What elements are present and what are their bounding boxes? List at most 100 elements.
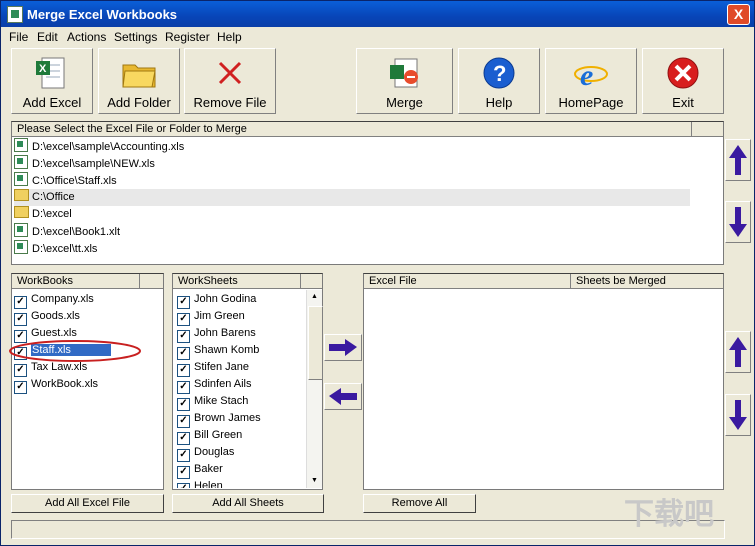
move-down-button[interactable] [725, 201, 751, 243]
workbook-item[interactable]: ✓ Company.xls [14, 291, 140, 309]
workbook-name: WorkBook.xls [31, 378, 99, 390]
menu-file[interactable]: File [9, 30, 28, 44]
file-list-item[interactable]: D:\excel\tt.xls [14, 240, 690, 257]
selection-highlight-ellipse [9, 340, 141, 362]
worksheet-name: Stifen Jane [194, 361, 250, 373]
remove-all-button[interactable]: Remove All [363, 494, 476, 513]
left-arrow-icon [329, 388, 357, 405]
worksheet-item[interactable]: ✓ Jim Green [177, 308, 245, 326]
worksheet-item[interactable]: ✓ Mike Stach [177, 393, 249, 411]
add-all-sheets-button[interactable]: Add All Sheets [172, 494, 324, 513]
workbooks-header-extra [140, 274, 163, 289]
workbook-name: Goods.xls [31, 310, 80, 322]
close-window-button[interactable]: X [727, 4, 750, 25]
worksheets-header-extra [301, 274, 322, 289]
move-up-button[interactable] [725, 139, 751, 181]
merge-label: Merge [386, 95, 423, 110]
menu-register[interactable]: Register [165, 30, 210, 44]
checkbox[interactable]: ✓ [14, 381, 27, 394]
worksheet-name: Sdinfen Ails [194, 378, 252, 390]
checkbox[interactable]: ✓ [177, 483, 190, 488]
menu-actions[interactable]: Actions [67, 30, 106, 44]
scroll-up-icon[interactable]: ▲ [307, 290, 322, 304]
workbook-name: Guest.xls [31, 327, 77, 339]
file-path: D:\excel [32, 208, 72, 220]
scroll-down-icon[interactable]: ▼ [307, 474, 322, 488]
file-list-header: Please Select the Excel File or Folder t… [12, 122, 692, 137]
workbooks-header: WorkBooks [12, 274, 140, 289]
file-path: D:\excel\tt.xls [32, 243, 98, 255]
window-title: Merge Excel Workbooks [27, 7, 178, 22]
add-all-excel-button[interactable]: Add All Excel File [11, 494, 164, 513]
worksheet-item[interactable]: ✓ Brown James [177, 410, 261, 428]
svg-text:X: X [39, 63, 47, 75]
scroll-thumb[interactable] [308, 306, 323, 380]
worksheet-item[interactable]: ✓ John Barens [177, 325, 256, 343]
folder-icon [122, 64, 156, 88]
help-label: Help [485, 95, 513, 110]
worksheet-item[interactable]: ✓ Douglas [177, 444, 234, 462]
main-window: Merge Excel Workbooks X File Edit Action… [0, 0, 755, 546]
exit-label: Exit [672, 95, 694, 110]
excel-file-icon [14, 155, 28, 169]
worksheet-item[interactable]: ✓ John Godina [177, 291, 256, 309]
file-path: C:\Office [32, 191, 75, 203]
watermark: 下载吧 [624, 498, 714, 531]
merge-icon [389, 58, 418, 88]
file-path: C:\Office\Staff.xls [32, 175, 117, 187]
worksheet-name: John Barens [194, 327, 256, 339]
merge-button[interactable]: Merge [356, 48, 453, 114]
menu-help[interactable]: Help [217, 30, 242, 44]
help-button[interactable]: ? Help [458, 48, 540, 114]
add-excel-button[interactable]: X Add Excel [11, 48, 93, 114]
excel-file-icon [14, 240, 28, 254]
workbook-item[interactable]: ✓ WorkBook.xls [14, 376, 140, 394]
worksheets-scrollbar[interactable]: ▲ ▼ [306, 290, 323, 488]
worksheet-name: Helen [194, 480, 223, 488]
file-list-item[interactable]: C:\Office\Staff.xls [14, 172, 690, 189]
col-excel-file[interactable]: Excel File [364, 274, 571, 289]
homepage-label: HomePage [558, 95, 624, 110]
right-arrow-icon [329, 339, 357, 356]
worksheet-item[interactable]: ✓ Helen [177, 478, 223, 488]
merge-move-up-button[interactable] [725, 331, 751, 373]
add-to-merge-button[interactable] [324, 334, 362, 361]
workbook-name: Company.xls [31, 293, 94, 305]
exit-button[interactable]: Exit [642, 48, 724, 114]
workbook-item[interactable]: ✓ Goods.xls [14, 308, 140, 326]
file-list-item[interactable]: D:\excel\sample\Accounting.xls [14, 138, 690, 155]
svg-text:e: e [580, 59, 593, 91]
down-arrow-icon [729, 400, 747, 430]
internet-explorer-icon: e [574, 59, 608, 91]
worksheet-name: Baker [194, 463, 223, 475]
workbooks-panel: WorkBooks ✓ Company.xls ✓ Goods.xls ✓ Guest.x… [9, 273, 164, 490]
col-sheets-merged[interactable]: Sheets be Merged [571, 274, 723, 289]
worksheet-name: Shawn Komb [194, 344, 260, 356]
file-list-item[interactable]: D:\excel\sample\NEW.xls [14, 155, 690, 172]
merge-table-panel: Excel File Sheets be Merged [363, 273, 724, 490]
add-folder-label: Add Folder [107, 95, 171, 110]
worksheet-item[interactable]: ✓ Sdinfen Ails [177, 376, 252, 394]
remove-file-button[interactable]: Remove File [184, 48, 276, 114]
app-icon [7, 6, 23, 23]
worksheet-name: Mike Stach [194, 395, 249, 407]
homepage-button[interactable]: e HomePage [545, 48, 637, 114]
svg-text:?: ? [493, 61, 506, 86]
worksheet-item[interactable]: ✓ Baker [177, 461, 223, 479]
file-list-item[interactable]: D:\excel\Book1.xlt [14, 223, 690, 240]
merge-move-down-button[interactable] [725, 394, 751, 436]
worksheet-item[interactable]: ✓ Bill Green [177, 427, 242, 445]
file-path: D:\excel\Book1.xlt [32, 226, 121, 238]
folder-icon [14, 189, 29, 201]
add-folder-button[interactable]: Add Folder [98, 48, 180, 114]
remove-from-merge-button[interactable] [324, 383, 362, 410]
worksheet-item[interactable]: ✓ Stifen Jane [177, 359, 250, 377]
file-path: D:\excel\sample\Accounting.xls [32, 141, 185, 153]
menu-settings[interactable]: Settings [114, 30, 157, 44]
menu-edit[interactable]: Edit [37, 30, 58, 44]
file-list-item[interactable]: D:\excel [14, 206, 690, 223]
file-list-item[interactable]: C:\Office [14, 189, 690, 206]
worksheet-item[interactable]: ✓ Shawn Komb [177, 342, 260, 360]
worksheets-header: WorkSheets [173, 274, 301, 289]
excel-file-icon [14, 223, 28, 237]
